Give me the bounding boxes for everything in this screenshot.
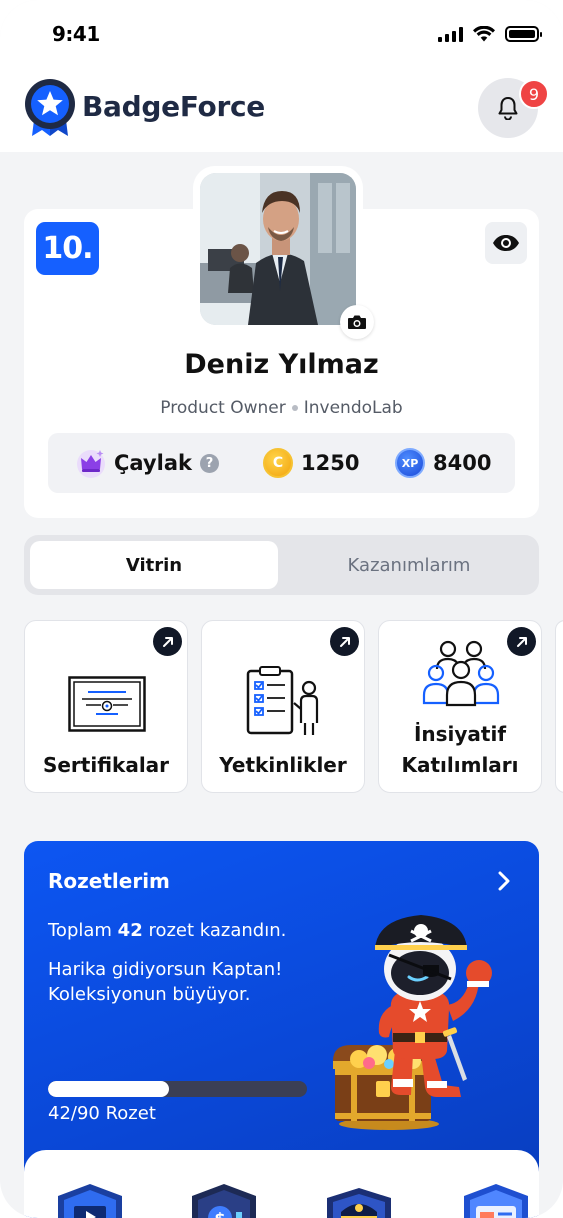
camera-icon [348,315,366,329]
clipboard-checklist-icon [246,666,319,735]
wifi-icon [473,26,495,42]
notification-count-badge: 9 [519,79,549,109]
level-stat: Çaylak ? [76,433,219,493]
open-arrow-icon[interactable] [153,627,182,656]
phone-screen: 9:41 BadgeForce 9 10. Deniz Yılmaz Produ… [0,0,563,1218]
certificate-icon [68,676,146,732]
app-header: BadgeForce 9 [0,66,563,152]
status-bar: 9:41 [0,0,563,66]
showcase-card-label: Sertifikalar [42,753,170,777]
badges-panel-title: Rozetlerim [48,869,170,893]
chevron-right-icon[interactable] [497,871,511,891]
badges-message: Harika gidiyorsun Kaptan! Koleksiyonun b… [48,959,283,1005]
showcase-card-next[interactable] [555,620,563,793]
open-arrow-icon[interactable] [330,627,359,656]
badges-progress-label: 42/90 Rozet [48,1103,156,1124]
profile-photo[interactable] [200,173,356,325]
status-time: 9:41 [52,22,100,46]
coins-stat: C 1250 [263,433,359,493]
crown-icon [77,450,105,478]
profile-role-line: Product Owner InvendoLab [24,398,539,418]
profile-name: Deniz Yılmaz [184,349,379,380]
video-badge-icon[interactable] [50,1182,130,1218]
badges-progress-bar [48,1081,307,1097]
cellular-signal-icon [438,26,463,42]
profile-tabs: Vitrin Kazanımlarım [24,535,539,595]
xp-value: 8400 [433,451,492,475]
captain-badge-icon[interactable] [319,1182,399,1218]
profile-role: Product Owner [160,398,286,418]
xp-icon: XP [395,448,425,478]
showcase-card-certificates[interactable]: Sertifikalar [24,620,188,793]
badgeforce-logo-icon [25,79,75,136]
showcase-card-initiatives[interactable]: İnsiyatif Katılımları [378,620,542,793]
xp-stat: XP 8400 [395,433,491,493]
svg-text:$: $ [214,1209,225,1218]
badge-collection-tray: $ [24,1150,539,1218]
profile-company: InvendoLab [303,398,403,418]
profile-stats-bar: Çaylak ? C 1250 XP 8400 [48,433,515,493]
team-icon [422,640,500,707]
coins-value: 1250 [301,451,360,475]
level-name: Çaylak [114,451,192,475]
screen-badge-icon[interactable] [456,1182,536,1218]
tab-kazanimlarim[interactable]: Kazanımlarım [285,541,533,589]
badges-total-count: 42 [117,920,143,941]
coin-icon: C [263,448,293,478]
showcase-card-label: Katılımları [401,753,519,777]
showcase-card-competencies[interactable]: Yetkinlikler [201,620,365,793]
visibility-button[interactable] [485,222,527,264]
status-icons [438,26,542,42]
level-help-icon[interactable]: ? [199,453,219,473]
eye-icon [493,235,519,251]
finance-badge-icon[interactable]: $ [184,1182,264,1218]
tab-vitrin[interactable]: Vitrin [30,541,278,589]
showcase-card-label: İnsiyatif [413,722,507,746]
battery-icon [505,26,542,42]
separator-dot [291,405,298,411]
brand-name: BadgeForce [82,90,265,123]
badges-total-text: Toplam 42 rozet kazandın. [48,920,287,941]
bell-icon [498,97,518,120]
change-photo-button[interactable] [340,305,374,339]
badges-progress-fill [48,1081,169,1097]
rank-badge: 10. [36,222,99,275]
open-arrow-icon[interactable] [507,627,536,656]
pirate-robot-mascot-icon [333,915,492,1130]
profile-photo-frame [193,166,363,332]
showcase-card-label: Yetkinlikler [219,753,347,777]
